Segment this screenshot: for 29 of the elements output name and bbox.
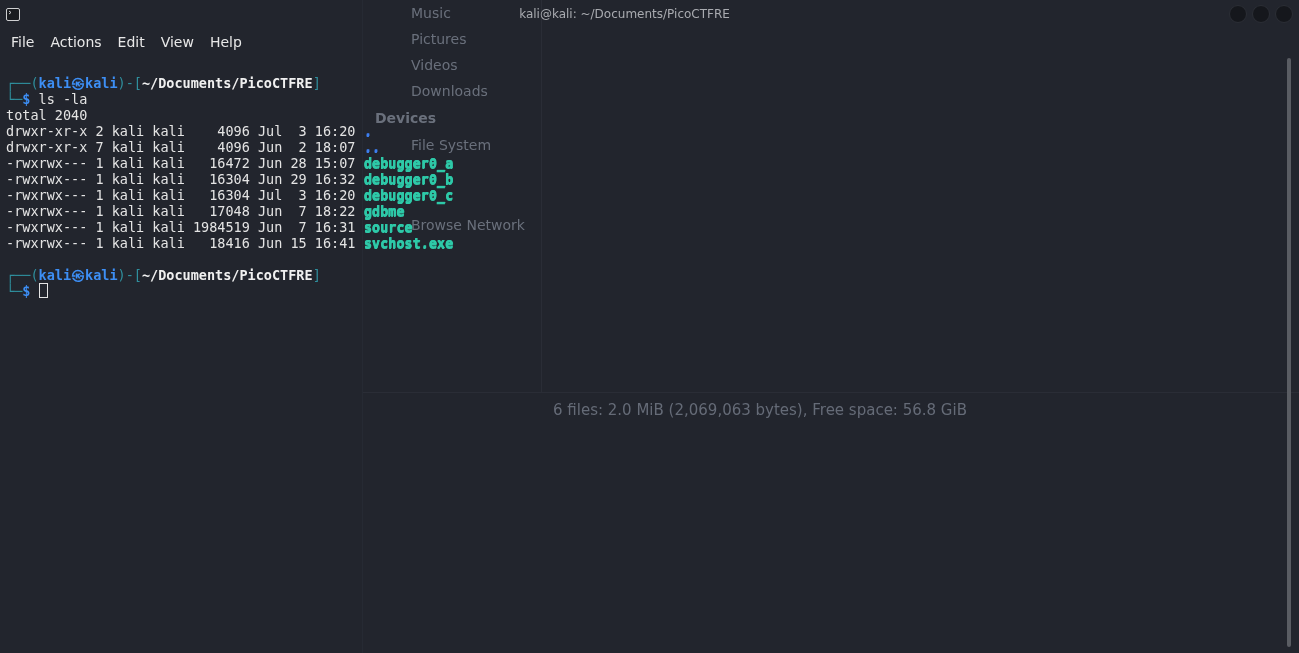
sidebar-item[interactable]: Videos: [411, 57, 458, 73]
file-listing-line: -rwxrwx--- 1 kali kali 16472 Jun 28 15:07 debugger0_a: [6, 155, 454, 171]
command-line: └─$: [6, 283, 31, 299]
menu-item[interactable]: Edit: [109, 30, 153, 54]
file-listing-line: -rwxrwx--- 1 kali kali 17048 Jun 7 18:22 gdbme: [6, 203, 405, 219]
terminal-icon: [6, 7, 20, 21]
file-listing-line: drwxr-xr-x 7 kali kali 4096 Jun 2 18:07 ..: [6, 139, 380, 155]
file-listing-line: drwxr-xr-x 2 kali kali 4096 Jul 3 16:20 .: [6, 123, 372, 139]
sidebar-item[interactable]: Music: [411, 5, 451, 21]
file-listing-line: -rwxrwx--- 1 kali kali 16304 Jul 3 16:20 debugger0_c: [6, 187, 454, 203]
file-listing-line: -rwxrwx--- 1 kali kali 1984519 Jun 7 16:31 source: [6, 219, 413, 235]
sidebar-heading: Devices: [374, 109, 438, 128]
menu-item[interactable]: Help: [201, 30, 250, 54]
menu-item[interactable]: View: [152, 30, 202, 54]
window-title: kali@kali: ~/Documents/PicoCTFRE: [519, 7, 730, 21]
status-text: 6 files: 2.0 MiB (2,069,063 bytes), Free space: 56.8 GiB: [553, 401, 967, 419]
sidebar-item[interactable]: Downloads: [411, 83, 488, 99]
scrollbar[interactable]: [1287, 58, 1291, 647]
sidebar-item[interactable]: Browse Network: [411, 217, 525, 233]
prompt-line: ┌──(kali㉿kali)-[~/Documents/PicoCTFRE]: [6, 75, 321, 91]
menu-item[interactable]: File: [3, 30, 43, 54]
sidebar-item[interactable]: Pictures: [411, 31, 467, 47]
command-line: └─$ ls -la: [6, 91, 88, 107]
menu-item[interactable]: Actions: [42, 30, 110, 54]
prompt-line: ┌──(kali㉿kali)-[~/Documents/PicoCTFRE]: [6, 267, 321, 283]
file-listing-line: -rwxrwx--- 1 kali kali 18416 Jun 15 16:41 svchost.exe: [6, 235, 454, 251]
output-line: total 2040: [6, 107, 88, 123]
sidebar-item[interactable]: File System: [411, 137, 492, 153]
file-listing-line: -rwxrwx--- 1 kali kali 16304 Jun 29 16:32 debugger0_b: [6, 171, 454, 187]
